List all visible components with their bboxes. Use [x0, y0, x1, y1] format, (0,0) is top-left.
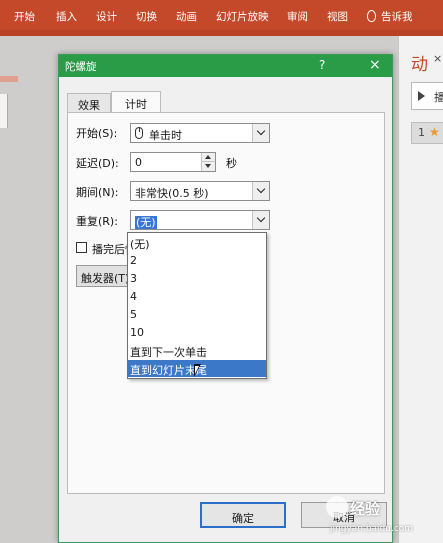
delay-decrement-button[interactable] [201, 162, 215, 171]
arrow-down-icon [205, 164, 211, 168]
trigger-label: 触发器(T) [81, 272, 130, 285]
play-icon [418, 91, 425, 101]
animation-pane-play-button[interactable]: 播 [411, 82, 443, 110]
delay-stepper[interactable]: 0 [130, 152, 216, 172]
start-value: 单击时 [149, 129, 182, 142]
dialog-close-button[interactable]: × [369, 57, 381, 73]
watermark-brand: 经验 [350, 500, 381, 518]
repeat-dropdown-button[interactable] [252, 211, 269, 229]
delay-value: 0 [135, 156, 142, 169]
ok-button[interactable]: 确定 [200, 502, 286, 528]
delay-unit: 秒 [226, 157, 237, 170]
ribbon-tab-home[interactable]: 开始 [14, 9, 35, 24]
ribbon-tabs: 开始 插入 设计 切换 动画 幻灯片放映 审阅 视图 告诉我 [0, 9, 443, 25]
slide-thumbnail[interactable] [0, 94, 8, 128]
ok-button-label: 确定 [232, 512, 254, 525]
start-label: 开始(S): [76, 127, 118, 140]
animation-pane-close-icon[interactable]: × [433, 52, 442, 65]
animation-list-item[interactable]: 1 ★ [411, 122, 443, 144]
mouse-pointer-icon [194, 364, 201, 377]
delay-label: 延迟(D): [76, 157, 119, 170]
repeat-option-5[interactable]: 5 [128, 306, 266, 323]
dialog-title: 陀螺旋 [65, 61, 97, 73]
repeat-value-wrap: (无) [135, 214, 157, 230]
delay-increment-button[interactable] [201, 153, 215, 162]
duration-label: 期间(N): [76, 186, 119, 199]
repeat-options-list: (无) 2 3 4 5 10 直到下一次单击 直到幻灯片末尾 [127, 232, 267, 379]
ribbon-tab-slideshow[interactable]: 幻灯片放映 [216, 9, 269, 24]
animation-item-number: 1 [418, 126, 425, 139]
repeat-option-none[interactable]: (无) [128, 234, 266, 251]
repeat-label: 重复(R): [76, 215, 118, 228]
chevron-down-icon [256, 184, 266, 194]
duration-dropdown-button[interactable] [252, 182, 269, 200]
rewind-checkbox[interactable] [76, 242, 87, 253]
ribbon-tab-review[interactable]: 审阅 [287, 9, 308, 24]
tab-effect[interactable]: 效果 [67, 93, 111, 113]
arrow-up-icon [205, 155, 211, 159]
ribbon-tab-transitions[interactable]: 切换 [136, 9, 157, 24]
ribbon-tab-animations[interactable]: 动画 [176, 9, 197, 24]
tell-me-search[interactable]: 告诉我 [381, 9, 413, 24]
chevron-down-icon [256, 213, 266, 223]
tab-timing[interactable]: 计时 [111, 91, 161, 113]
watermark-url: jingyan.baidu.com [330, 524, 414, 534]
repeat-option-3[interactable]: 3 [128, 270, 266, 287]
baidu-jingyan-watermark: 经验 jingyan.baidu.com [322, 494, 443, 543]
baidu-paw-logo [326, 496, 348, 518]
play-button-label: 播 [434, 91, 443, 104]
duration-combo[interactable]: 非常快(0.5 秒) [130, 181, 270, 201]
repeat-option-10[interactable]: 10 [128, 324, 266, 341]
help-button[interactable]: ? [319, 58, 325, 72]
repeat-option-2[interactable]: 2 [128, 252, 266, 269]
duration-value: 非常快(0.5 秒) [135, 187, 209, 200]
animation-pane: 动 × 播 1 ★ [398, 36, 443, 543]
slide-thumbnail-edge [0, 76, 18, 82]
start-dropdown-button[interactable] [252, 124, 269, 142]
star-icon: ★ [429, 125, 440, 139]
ribbon-tab-design[interactable]: 设计 [96, 9, 117, 24]
animation-pane-title: 动 [411, 55, 428, 75]
dialog-tabs: 效果 计时 [67, 91, 385, 113]
rewind-label: 播完后快退 [92, 243, 128, 256]
spin-animation-dialog: 陀螺旋 ? × 效果 计时 开始(S): 单击时 延迟(D): 0 秒 期间(N… [58, 54, 393, 543]
start-combo[interactable]: 单击时 [130, 123, 270, 143]
ribbon: 开始 插入 设计 切换 动画 幻灯片放映 审阅 视图 告诉我 [0, 0, 443, 36]
ribbon-tab-view[interactable]: 视图 [327, 9, 348, 24]
lightbulb-icon [367, 10, 376, 22]
mouse-pointer-fill [195, 366, 199, 374]
repeat-combo[interactable]: (无) [130, 210, 270, 230]
repeat-option-until-next-click[interactable]: 直到下一次单击 [128, 342, 266, 359]
chevron-down-icon [256, 126, 266, 136]
mouse-click-icon [135, 127, 143, 139]
dialog-titlebar[interactable]: 陀螺旋 ? × [59, 55, 392, 77]
ribbon-tab-insert[interactable]: 插入 [56, 9, 77, 24]
repeat-option-4[interactable]: 4 [128, 288, 266, 305]
repeat-value: (无) [135, 216, 157, 229]
